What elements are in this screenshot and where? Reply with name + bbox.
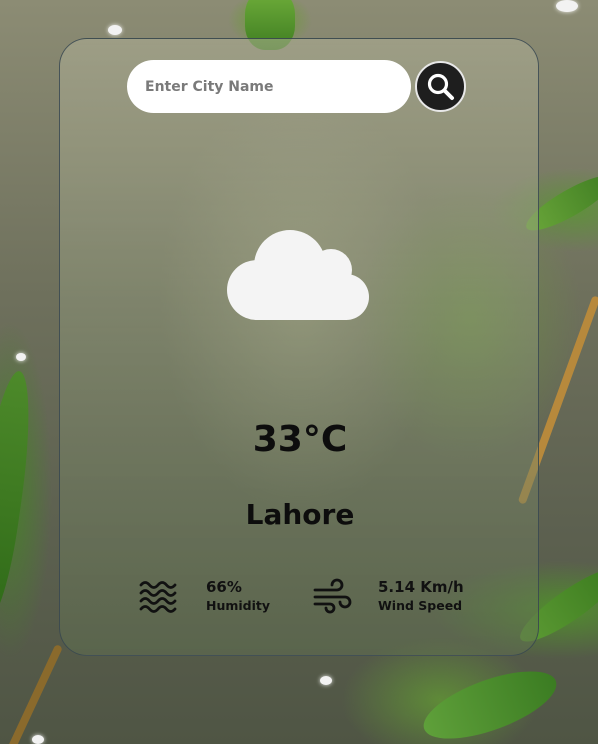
weather-card: 33°C Lahore 66% Humidity 5.14 Km/h Wi — [59, 38, 539, 656]
wind-speed-value: 5.14 Km/h — [378, 578, 464, 596]
background-leaf — [0, 368, 40, 622]
humidity-detail: 66% Humidity — [138, 576, 270, 616]
humidity-label: Humidity — [206, 598, 271, 613]
background-stem — [5, 643, 63, 744]
dew-drop — [556, 0, 578, 12]
search-icon — [427, 73, 454, 100]
wind-speed-label: Wind Speed — [378, 598, 463, 613]
dew-drop — [32, 735, 44, 744]
dew-drop — [16, 353, 26, 361]
dew-drop — [320, 676, 332, 685]
temperature: 33°C — [252, 419, 348, 460]
dew-drop — [108, 25, 122, 35]
humidity-value: 66% — [206, 578, 242, 596]
city-name: Lahore — [245, 498, 355, 531]
city-search-input[interactable] — [143, 77, 395, 96]
humidity-waves-icon — [139, 581, 177, 613]
search-bar — [127, 60, 411, 113]
wind-icon — [313, 578, 352, 614]
cloud-icon — [227, 230, 369, 320]
background-leaf — [415, 657, 565, 744]
wind-detail: 5.14 Km/h Wind Speed — [312, 576, 464, 616]
search-button[interactable] — [415, 61, 466, 112]
